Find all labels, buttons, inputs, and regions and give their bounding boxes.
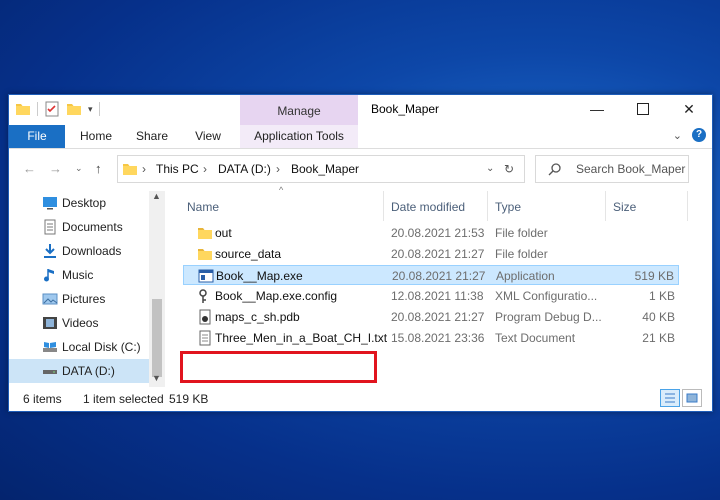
local-disk-icon (43, 342, 57, 352)
nav-item-desktop[interactable]: Desktop (9, 191, 149, 215)
nav-item-data-d[interactable]: DATA (D:) (9, 359, 149, 383)
address-bar[interactable]: › This PC › DATA (D:) › Book_Maper ⌄ ↻ (117, 155, 525, 183)
column-divider[interactable] (605, 191, 606, 221)
folder-icon (123, 164, 137, 175)
title-bar: ▾ Manage Book_Maper — ✕ (9, 95, 712, 125)
minimize-button[interactable]: — (574, 95, 620, 123)
status-selection-size: 519 KB (169, 392, 209, 406)
column-header-type[interactable]: Type (495, 195, 521, 219)
sort-ascending-icon: ^ (279, 185, 284, 195)
scrollbar-thumb[interactable] (152, 299, 162, 377)
manage-context-tab[interactable]: Manage (240, 95, 358, 125)
documents-icon (44, 219, 56, 235)
column-header-size[interactable]: Size (613, 195, 636, 219)
details-view-icon (665, 393, 675, 403)
refresh-icon[interactable]: ↻ (504, 156, 514, 182)
status-item-count: 6 items (23, 392, 62, 406)
maximize-button[interactable] (620, 95, 666, 123)
column-header-date-modified[interactable]: Date modified (391, 195, 465, 219)
config-icon (199, 289, 207, 303)
videos-icon (43, 317, 57, 329)
nav-item-videos[interactable]: Videos (9, 311, 149, 335)
breadcrumb-data-drive[interactable]: DATA (D:) (218, 156, 271, 182)
drive-icon (43, 370, 57, 374)
recent-locations-chevron-icon[interactable]: ⌄ (75, 163, 83, 174)
breadcrumb-separator-icon: › (203, 162, 207, 176)
ribbon-tabs: File Home Share View Application Tools ⌄… (9, 125, 712, 149)
desktop-icon (43, 197, 57, 210)
breadcrumb-this-pc[interactable]: This PC (156, 156, 199, 182)
folder-icon (198, 228, 212, 239)
help-icon[interactable]: ? (692, 128, 706, 142)
downloads-icon (44, 244, 56, 258)
breadcrumb-separator-icon: › (142, 162, 146, 176)
nav-item-downloads[interactable]: Downloads (9, 239, 149, 263)
scroll-down-icon[interactable]: ▼ (152, 373, 161, 383)
tab-share[interactable]: Share (127, 125, 177, 148)
file-explorer-window: ▾ Manage Book_Maper — ✕ File Home Share … (8, 94, 713, 412)
text-file-icon (199, 330, 211, 346)
search-icon (548, 163, 561, 176)
file-row-book-map-exe-config[interactable]: Book__Map.exe.config 12.08.2021 11:38 XM… (183, 286, 679, 306)
file-row-three-men-txt[interactable]: Three_Men_in_a_Boat_CH_I.txt 15.08.2021 … (183, 328, 679, 348)
maximize-icon (637, 103, 649, 115)
column-divider[interactable] (383, 191, 384, 221)
quick-access-toolbar: ▾ (15, 101, 100, 117)
window-title: Book_Maper (371, 102, 440, 116)
file-row-out[interactable]: out 20.08.2021 21:53 File folder (183, 223, 679, 243)
tab-view[interactable]: View (183, 125, 233, 148)
column-divider[interactable] (487, 191, 488, 221)
status-bar: 6 items 1 item selected 519 KB (9, 387, 712, 411)
nav-item-music[interactable]: Music (9, 263, 149, 287)
tab-home[interactable]: Home (71, 125, 121, 148)
column-divider[interactable] (687, 191, 688, 221)
close-icon: ✕ (683, 100, 695, 117)
highlight-annotation-box (180, 351, 377, 383)
navigation-pane: Desktop Documents Downloads Music Pictur… (9, 191, 165, 387)
large-icons-view-icon (686, 393, 698, 403)
chevron-down-icon[interactable]: ⌄ (673, 129, 682, 142)
up-arrow-icon[interactable]: ↑ (95, 161, 102, 176)
file-row-maps-pdb[interactable]: maps_c_sh.pdb 20.08.2021 21:27 Program D… (183, 307, 679, 327)
folder-icon[interactable] (15, 101, 31, 117)
new-folder-icon[interactable] (66, 101, 82, 117)
details-view-button[interactable] (660, 389, 680, 407)
status-selection: 1 item selected (83, 392, 164, 406)
back-arrow-icon[interactable]: ← (23, 161, 36, 176)
chevron-down-icon[interactable]: ▾ (88, 104, 93, 115)
file-row-book-map-exe[interactable]: Book__Map.exe 20.08.2021 21:27 Applicati… (183, 265, 679, 285)
address-row: ← → ⌄ ↑ › This PC › DATA (D:) › Book_Map… (9, 149, 712, 189)
search-placeholder: Search Book_Maper (576, 162, 686, 176)
application-icon (198, 269, 214, 283)
column-header-name[interactable]: Name (187, 195, 219, 219)
properties-icon[interactable] (44, 101, 60, 117)
nav-pane-scrollbar[interactable]: ▲ ▼ (149, 191, 165, 387)
tab-application-tools[interactable]: Application Tools (240, 125, 358, 148)
close-button[interactable]: ✕ (666, 95, 712, 123)
breadcrumb-separator-icon: › (276, 162, 280, 176)
pictures-icon (42, 293, 58, 305)
nav-item-pictures[interactable]: Pictures (9, 287, 149, 311)
file-row-source-data[interactable]: source_data 20.08.2021 21:27 File folder (183, 244, 679, 264)
forward-arrow-icon[interactable]: → (49, 161, 62, 176)
breadcrumb-book-maper[interactable]: Book_Maper (291, 156, 359, 182)
scroll-up-icon[interactable]: ▲ (152, 191, 161, 201)
search-box[interactable]: Search Book_Maper (535, 155, 689, 183)
address-dropdown-chevron-icon[interactable]: ⌄ (486, 156, 494, 182)
large-icons-view-button[interactable] (682, 389, 702, 407)
tab-file[interactable]: File (9, 125, 65, 148)
minimize-icon: — (590, 101, 604, 117)
nav-item-local-disk-c[interactable]: Local Disk (C:) (9, 335, 149, 359)
folder-icon (198, 249, 212, 260)
music-icon (44, 269, 54, 282)
pdb-icon (199, 309, 211, 325)
nav-item-documents[interactable]: Documents (9, 215, 149, 239)
